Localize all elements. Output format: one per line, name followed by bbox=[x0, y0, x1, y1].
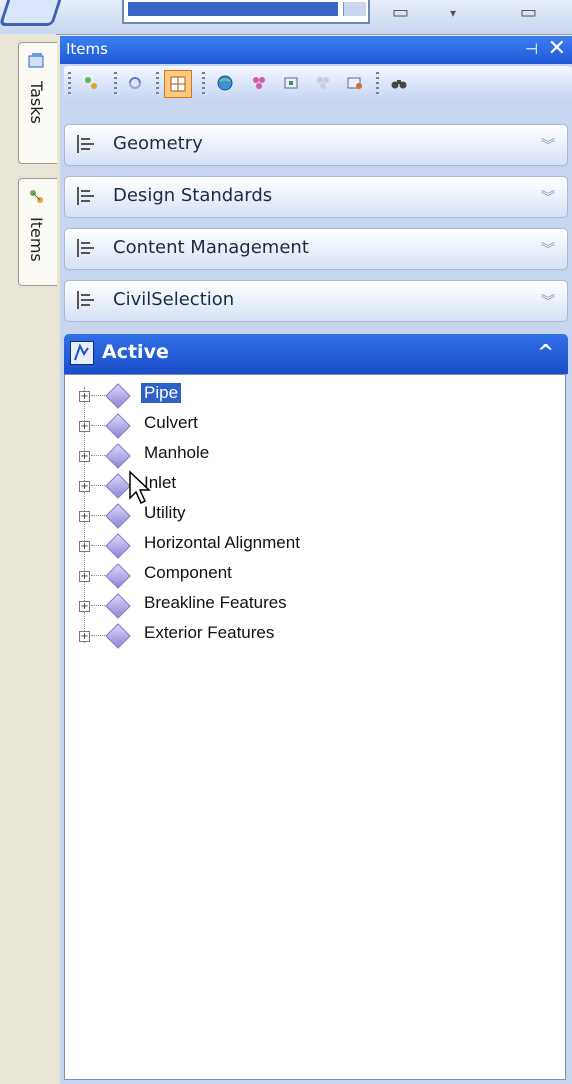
tab-label: Tasks bbox=[27, 81, 46, 124]
panel-titlebar: Items ⊣ ✕ bbox=[60, 36, 572, 64]
items-panel: Items ⊣ ✕ Geometry ︾ Design Standards ︾ … bbox=[60, 36, 572, 1084]
toolbar-separator bbox=[156, 72, 159, 94]
tree-item-breakline-features[interactable]: + Breakline Features bbox=[79, 593, 479, 621]
filter-icon[interactable] bbox=[310, 70, 336, 96]
feature-diamond-icon bbox=[105, 443, 131, 469]
expand-plus-icon[interactable]: + bbox=[79, 391, 90, 402]
refresh-icon[interactable] bbox=[122, 70, 148, 96]
expand-chevron-icon[interactable]: ︾ bbox=[541, 187, 555, 207]
active-section-icon bbox=[70, 341, 94, 365]
list-icon bbox=[77, 239, 97, 257]
section-geometry[interactable]: Geometry ︾ bbox=[64, 124, 568, 166]
section-label: Content Management bbox=[113, 237, 309, 258]
tree-item-utility[interactable]: + Utility bbox=[79, 503, 479, 531]
settings-icon[interactable] bbox=[342, 70, 368, 96]
level-combo[interactable] bbox=[122, 0, 370, 24]
feature-diamond-icon bbox=[105, 563, 131, 589]
feature-diamond-icon bbox=[105, 473, 131, 499]
tree-item-label: Component bbox=[144, 563, 232, 582]
section-label: Geometry bbox=[113, 133, 203, 154]
tab-items[interactable]: Items bbox=[18, 178, 57, 286]
feature-diamond-icon bbox=[105, 623, 131, 649]
list-icon bbox=[77, 135, 97, 153]
layers-tool-icon-2[interactable]: ▭ bbox=[520, 2, 537, 23]
tree-item-component[interactable]: + Component bbox=[79, 563, 479, 591]
tab-tasks[interactable]: Tasks bbox=[18, 42, 57, 164]
expand-plus-icon[interactable]: + bbox=[79, 571, 90, 582]
item-types-icon[interactable] bbox=[78, 70, 104, 96]
section-active[interactable]: Active ^ bbox=[64, 334, 568, 374]
pin-icon[interactable]: ⊣ bbox=[525, 40, 538, 58]
section-civil-selection[interactable]: CivilSelection ︾ bbox=[64, 280, 568, 322]
expand-plus-icon[interactable]: + bbox=[79, 631, 90, 642]
tree-item-culvert[interactable]: + Culvert bbox=[79, 413, 479, 441]
expand-chevron-icon[interactable]: ︾ bbox=[541, 291, 555, 311]
expand-chevron-icon[interactable]: ︾ bbox=[541, 135, 555, 155]
multi-select-icon[interactable] bbox=[246, 70, 272, 96]
tree-item-label: Culvert bbox=[144, 413, 198, 432]
mouse-pointer-icon bbox=[128, 470, 156, 506]
globe-icon[interactable] bbox=[212, 70, 238, 96]
feature-diamond-icon bbox=[105, 503, 131, 529]
tab-label: Items bbox=[27, 217, 46, 262]
app-toolbar: ▭ ▾ ▭ bbox=[0, 0, 572, 35]
tree-item-horizontal-alignment[interactable]: + Horizontal Alignment bbox=[79, 533, 479, 561]
tree-item-pipe[interactable]: + Pipe bbox=[79, 383, 479, 411]
tasks-icon bbox=[27, 51, 47, 71]
expand-plus-icon[interactable]: + bbox=[79, 451, 90, 462]
toolbar-separator bbox=[202, 72, 205, 94]
list-icon bbox=[77, 187, 97, 205]
close-icon[interactable]: ✕ bbox=[548, 36, 566, 61]
layers-tool-icon[interactable]: ▭ bbox=[392, 2, 409, 23]
tree-item-label: Manhole bbox=[144, 443, 210, 462]
expand-chevron-icon[interactable]: ︾ bbox=[541, 239, 555, 259]
section-label: Design Standards bbox=[113, 185, 273, 206]
section-label: Active bbox=[102, 341, 169, 363]
section-design-standards[interactable]: Design Standards ︾ bbox=[64, 176, 568, 218]
feature-diamond-icon bbox=[105, 383, 131, 409]
app-logo-icon bbox=[0, 0, 64, 26]
section-content-management[interactable]: Content Management ︾ bbox=[64, 228, 568, 270]
grid-view-icon[interactable] bbox=[164, 70, 192, 98]
expand-plus-icon[interactable]: + bbox=[79, 601, 90, 612]
feature-diamond-icon bbox=[105, 413, 131, 439]
find-icon[interactable] bbox=[386, 70, 412, 96]
tree-item-exterior-features[interactable]: + Exterior Features bbox=[79, 623, 479, 651]
toolbar-grip[interactable] bbox=[68, 72, 71, 94]
collapse-chevron-icon[interactable]: ^ bbox=[537, 340, 554, 364]
tree-item-label: Exterior Features bbox=[144, 623, 275, 642]
feature-diamond-icon bbox=[105, 593, 131, 619]
items-icon bbox=[27, 187, 47, 207]
tree-item-label: Breakline Features bbox=[144, 593, 287, 612]
tree-item-label: Horizontal Alignment bbox=[144, 533, 300, 552]
panel-title: Items bbox=[66, 40, 108, 58]
tree-item-label: Pipe bbox=[141, 383, 182, 403]
expand-plus-icon[interactable]: + bbox=[79, 481, 90, 492]
frame-icon[interactable] bbox=[278, 70, 304, 96]
toolbar-separator bbox=[376, 72, 379, 94]
combo-selection bbox=[128, 2, 338, 16]
tree-item-manhole[interactable]: + Manhole bbox=[79, 443, 479, 471]
expand-plus-icon[interactable]: + bbox=[79, 511, 90, 522]
toolbar-separator bbox=[114, 72, 117, 94]
expand-plus-icon[interactable]: + bbox=[79, 421, 90, 432]
expand-plus-icon[interactable]: + bbox=[79, 541, 90, 552]
combo-dropdown-button[interactable] bbox=[343, 2, 366, 16]
items-toolbar bbox=[64, 66, 572, 100]
section-label: CivilSelection bbox=[113, 289, 235, 310]
feature-diamond-icon bbox=[105, 533, 131, 559]
side-tab-strip: Tasks Items bbox=[0, 34, 57, 1084]
list-icon bbox=[77, 291, 97, 309]
dropdown-arrow-icon[interactable]: ▾ bbox=[450, 6, 456, 20]
